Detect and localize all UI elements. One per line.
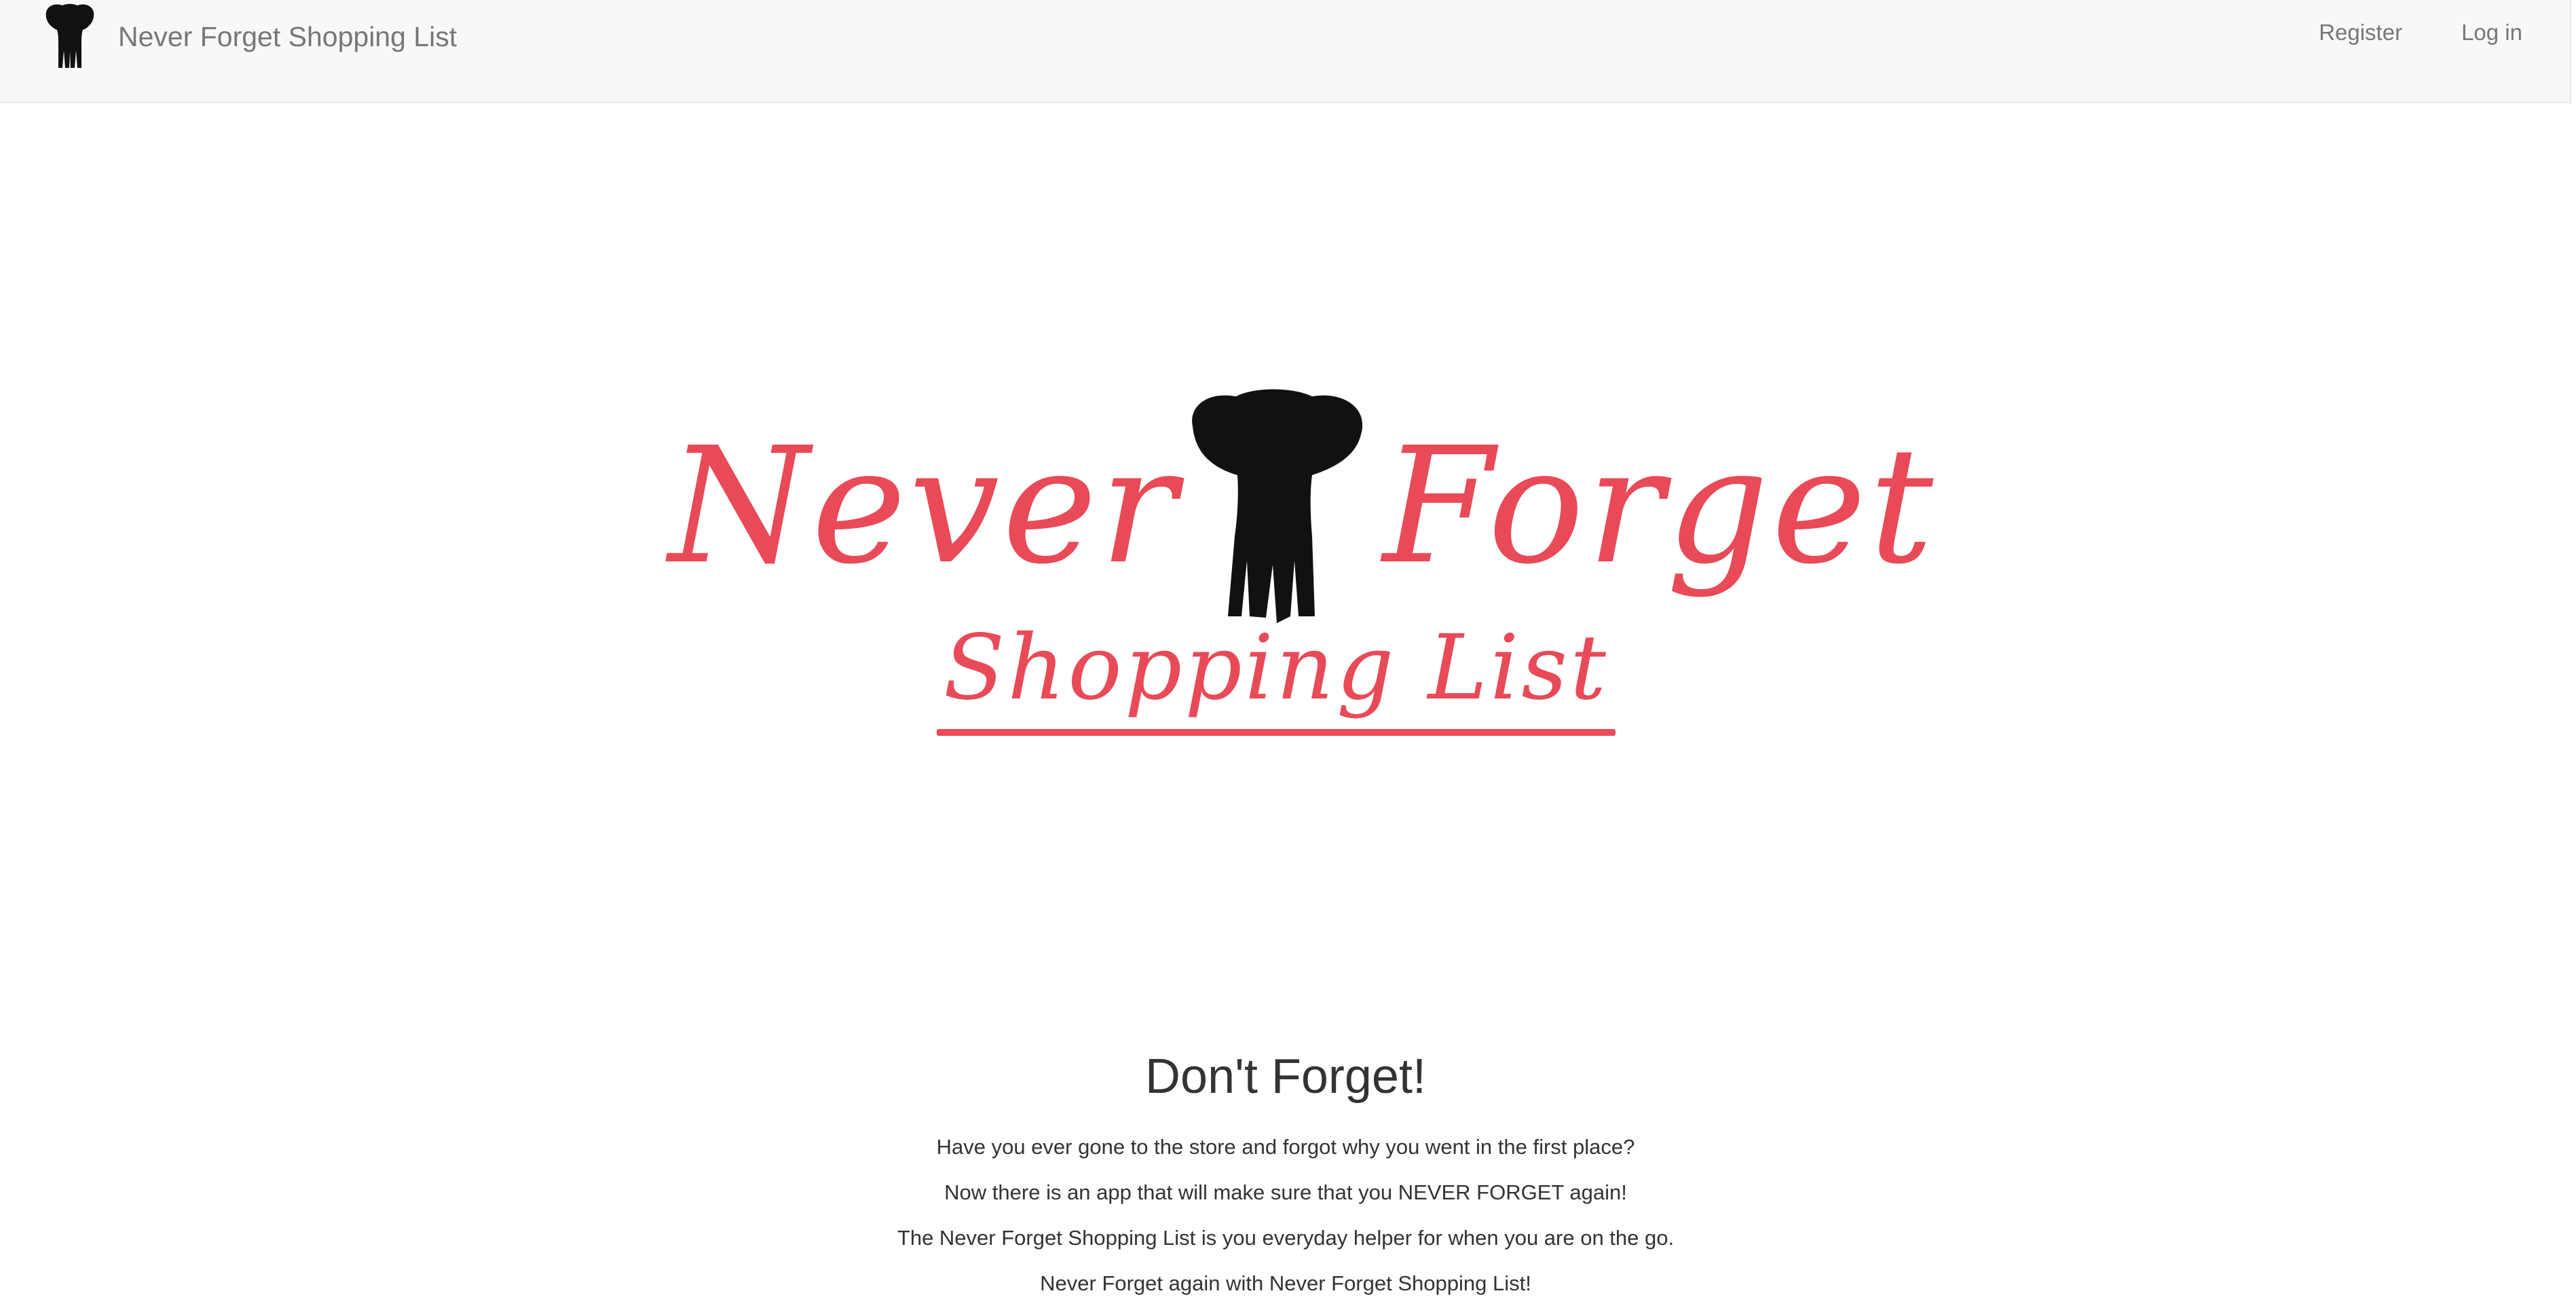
logo-subtitle: Shopping List [943,616,1609,720]
elephant-icon [45,3,94,68]
register-link[interactable]: Register [2260,16,2402,49]
page-heading: Don't Forget! [1145,1049,1426,1104]
intro-paragraph: Never Forget again with Never Forget Sho… [1040,1271,1531,1295]
logo-word-never: Never [669,413,1179,599]
brand-title: Never Forget Shopping List [118,20,458,52]
intro-paragraph: The Never Forget Shopping List is you ev… [897,1226,1675,1250]
login-link[interactable]: Log in [2402,16,2522,49]
intro-paragraph: Have you ever gone to the store and forg… [936,1135,1635,1159]
intro-paragraph: Now there is an app that will make sure … [944,1180,1627,1204]
brand-link[interactable]: Never Forget Shopping List [41,3,457,71]
intro-section: Don't Forget! Have you ever gone to the … [0,1043,2571,1306]
logo-word-forget: Forget [1383,413,1937,599]
elephant-icon [1192,389,1363,623]
logo-underline [937,729,1616,736]
top-navbar: Never Forget Shopping List Register Log … [0,0,2571,103]
hero-logo: Never Forget Shopping List [669,387,1979,747]
nav-links: Register Log in [2260,16,2522,49]
